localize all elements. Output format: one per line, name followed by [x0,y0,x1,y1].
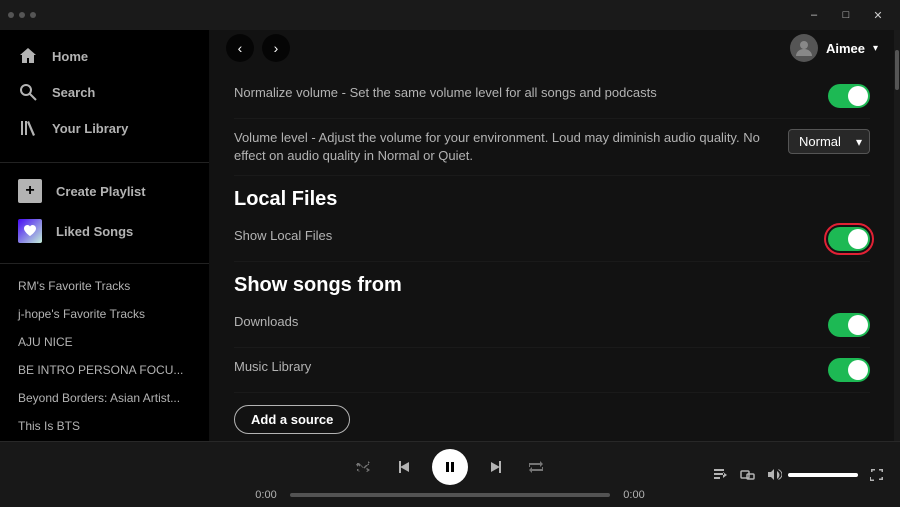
list-item[interactable]: This Is BTS [8,412,201,433]
user-chevron-icon: ▾ [873,43,878,54]
user-area[interactable]: Aimee ▾ [790,34,878,62]
show-local-files-control [828,227,870,251]
home-icon [18,46,38,66]
local-files-header: Local Files [234,188,870,211]
title-bar: – □ ✕ [0,0,900,30]
devices-button[interactable] [740,467,755,482]
music-library-text: Music Library [234,358,828,376]
create-playlist-icon: + [18,179,42,203]
sidebar-item-search[interactable]: Search [8,74,201,110]
list-item[interactable]: RM's Favorite Tracks [8,272,201,300]
sidebar-divider-1 [0,162,209,163]
nav-arrows: ‹ › [226,34,290,62]
title-dot-3 [30,12,36,18]
downloads-row: Downloads [234,303,870,348]
show-songs-from-header: Show songs from [234,274,870,297]
forward-button[interactable]: › [262,34,290,62]
queue-button[interactable] [713,467,728,482]
sidebar: Home Search [0,30,210,441]
title-dot-2 [19,12,25,18]
settings-content: Normalize volume - Set the same volume l… [210,66,894,441]
add-source-area: Add a source [234,393,870,441]
add-source-button[interactable]: Add a source [234,405,350,434]
search-label: Search [52,85,95,100]
main-container: Home Search [0,30,900,441]
music-library-toggle[interactable] [828,358,870,382]
minimize-button[interactable]: – [800,5,828,25]
volume-icon-button[interactable] [767,467,782,482]
downloads-control [828,313,870,337]
volume-level-text: Volume level - Adjust the volume for you… [234,129,788,165]
home-label: Home [52,49,88,64]
create-playlist-label: Create Playlist [56,184,146,199]
music-library-control [828,358,870,382]
play-pause-button[interactable] [432,449,468,485]
player-right [684,467,884,482]
previous-button[interactable] [392,455,416,479]
avatar [790,34,818,62]
liked-songs-label: Liked Songs [56,224,133,239]
title-bar-dots [8,12,36,18]
user-name: Aimee [826,41,865,56]
sidebar-liked-songs[interactable]: Liked Songs [8,211,201,251]
playlist-list: RM's Favorite Tracks j-hope's Favorite T… [0,272,209,433]
title-dot-1 [8,12,14,18]
volume-level-row: Volume level - Adjust the volume for you… [234,119,870,176]
normalize-control [828,84,870,108]
downloads-text: Downloads [234,313,828,331]
volume-slider[interactable] [788,473,858,477]
sidebar-divider-2 [0,263,209,264]
list-item[interactable]: Beyond Borders: Asian Artist... [8,384,201,412]
liked-songs-icon [18,219,42,243]
window-controls: – □ ✕ [800,5,892,25]
sidebar-nav: Home Search [0,38,209,154]
list-item[interactable]: j-hope's Favorite Tracks [8,300,201,328]
scrollbar[interactable] [894,30,900,441]
list-item[interactable]: BE INTRO PERSONA FOCU... [8,356,201,384]
list-item[interactable]: AJU NICE [8,328,201,356]
show-local-files-text: Show Local Files [234,227,828,245]
volume-dropdown-wrapper[interactable]: Quiet Normal Loud [788,129,870,154]
progress-bar[interactable] [290,493,610,497]
library-icon [18,118,38,138]
sidebar-create-playlist[interactable]: + Create Playlist [8,171,201,211]
repeat-button[interactable] [524,455,548,479]
content-header: ‹ › Aimee ▾ [210,30,894,66]
show-songs-from-title: Show songs from [234,274,870,297]
volume-dropdown[interactable]: Quiet Normal Loud [788,129,870,154]
time-current: 0:00 [250,489,282,501]
normalize-toggle[interactable] [828,84,870,108]
sidebar-item-library[interactable]: Your Library [8,110,201,146]
volume-area [767,467,858,482]
maximize-button[interactable]: □ [832,5,860,25]
local-files-title: Local Files [234,188,870,211]
sidebar-section-actions: + Create Playlist Liked Songs [0,171,209,251]
show-local-files-row: Show Local Files [234,217,870,262]
search-icon [18,82,38,102]
content-area: ‹ › Aimee ▾ Normalize volume - Set the s… [210,30,894,441]
progress-area: 0:00 0:00 [250,489,650,501]
close-button[interactable]: ✕ [864,5,892,25]
volume-level-control: Quiet Normal Loud [788,129,870,154]
downloads-toggle[interactable] [828,313,870,337]
library-label: Your Library [52,121,128,136]
time-total: 0:00 [618,489,650,501]
normalize-row: Normalize volume - Set the same volume l… [234,74,870,119]
shuffle-button[interactable] [352,455,376,479]
music-library-row: Music Library [234,348,870,393]
show-local-files-toggle[interactable] [828,227,870,251]
player-bar: 0:00 0:00 [0,441,900,507]
fullscreen-button[interactable] [870,468,884,482]
player-center: 0:00 0:00 [216,449,684,501]
back-button[interactable]: ‹ [226,34,254,62]
scroll-thumb [895,50,899,90]
sidebar-item-home[interactable]: Home [8,38,201,74]
player-controls [352,449,548,485]
normalize-text: Normalize volume - Set the same volume l… [234,84,828,102]
next-button[interactable] [484,455,508,479]
